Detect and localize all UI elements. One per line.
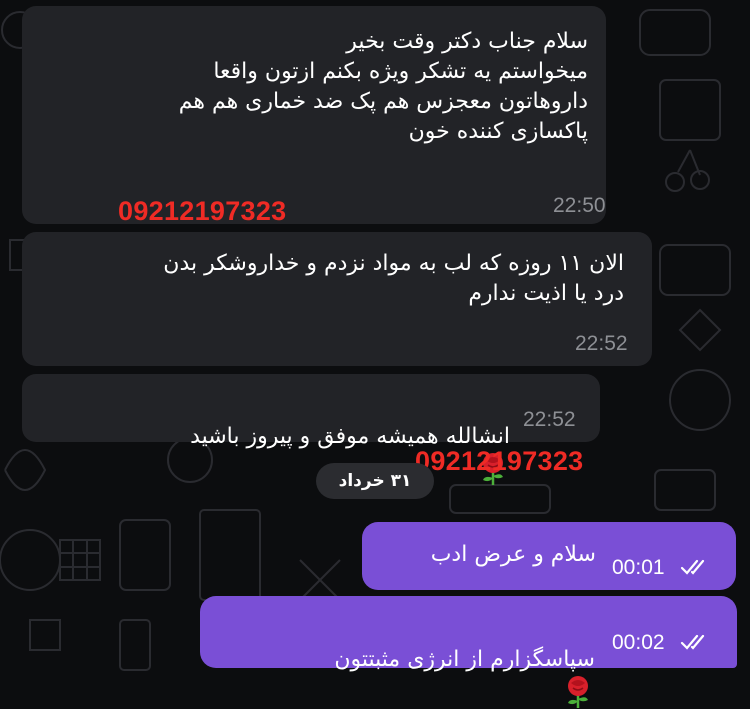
console-doodle	[659, 244, 731, 296]
date-separator: ۳۱ خرداد	[316, 463, 434, 499]
message-bubble-incoming[interactable]: سلام جناب دکتر وقت بخیر میخواستم یه تشکر…	[22, 6, 606, 224]
message-bubble-outgoing[interactable]: سپاسگزارم از انرژی مثبتتون 00:02	[200, 596, 737, 708]
gamepad-doodle	[669, 369, 731, 431]
message-time: 22:50	[553, 194, 606, 217]
message-text: الان ۱۱ روزه که لب به مواد نزدم و خداروش…	[163, 251, 624, 306]
message-text: سلام جناب دکتر وقت بخیر میخواستم یه تشکر…	[178, 29, 588, 144]
message-time: 00:01	[612, 556, 665, 579]
rose-emoji-icon	[568, 676, 588, 708]
vr-headset-doodle	[639, 9, 711, 56]
message-time: 22:52	[575, 332, 628, 355]
read-receipt-icon	[680, 634, 705, 650]
message-text: سپاسگزارم از انرژی مثبتتون	[334, 615, 595, 709]
cube-doodle	[659, 79, 721, 141]
message-bubble-incoming[interactable]: انشالله همیشه موفق و پیروز باشید 22:52	[22, 374, 600, 485]
message-text: سلام و عرض ادب	[430, 542, 596, 567]
overlay-phone-number: 09212197323	[118, 196, 287, 226]
read-receipt-icon	[680, 559, 705, 575]
overlay-phone-number: 09212197323	[415, 446, 584, 476]
message-time: 00:02	[612, 631, 665, 654]
message-bubble-outgoing[interactable]: سلام و عرض ادب 00:01	[362, 522, 736, 590]
arrow-doodle	[678, 308, 722, 352]
message-time: 22:52	[523, 408, 576, 431]
message-bubble-incoming[interactable]: الان ۱۱ روزه که لب به مواد نزدم و خداروش…	[22, 232, 652, 366]
